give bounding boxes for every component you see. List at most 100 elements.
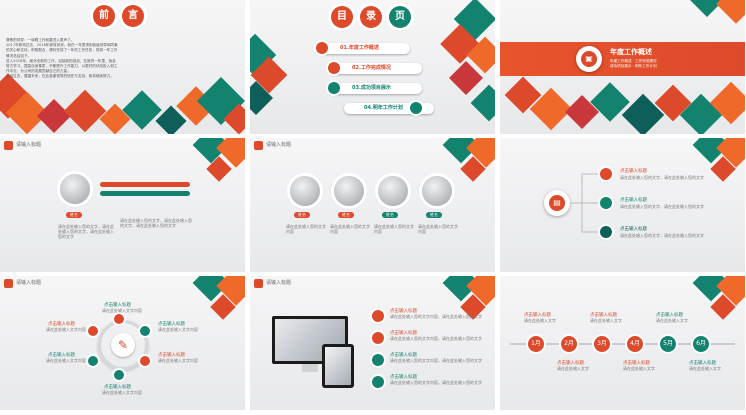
description-text: 请在此处输入您的文字内容 (286, 224, 326, 234)
slide-cycle[interactable]: 请输入标题 ✎ 点击输入标题 请在此处输入文字内容 点击输入标题 请在此处输入文… (0, 276, 245, 410)
decor-square (63, 89, 107, 133)
feature-icon (372, 376, 384, 388)
toc-item-icon (316, 42, 328, 54)
timeline-item-desc: 请在此处输入文字 (557, 366, 589, 371)
cycle-node-icon (140, 326, 150, 336)
center-icon-ring: ▤ (544, 190, 570, 216)
cycle-node-icon (114, 314, 124, 324)
person-name-label: 姓名 (338, 212, 354, 218)
search-icon (88, 326, 98, 336)
feature-item-desc: 请在此处输入您的文字内容，请在此处输入您的文字 (390, 314, 482, 319)
description-text: 请在此处输入您的文字内容 (418, 224, 458, 234)
timeline-item-desc: 请在此处输入文字 (524, 318, 556, 323)
branch-item-desc: 请在此处输入您的文字，请在此处输入您的文字 (620, 233, 704, 238)
decor-square (470, 84, 495, 122)
decor-square (37, 99, 71, 133)
title-char-badge: 前 (93, 5, 115, 27)
slide-branches[interactable]: ▤ 点击输入标题 请在此处输入您的文字，请在此处输入您的文字 点击输入标题 请在… (500, 138, 745, 272)
person-name-label: 姓名 (382, 212, 398, 218)
edit-icon: ✎ (111, 333, 135, 357)
person-avatar (334, 176, 364, 206)
branch-connectors (570, 173, 598, 233)
preface-text: 尊敬的领导：一转眼工作就要进入尾声了。 2017年即将过去，2018年即将到来。… (6, 38, 118, 80)
feature-icon (372, 354, 384, 366)
description-text: 请在此处输入您的文字内容 (330, 224, 370, 234)
slide-team[interactable]: 请输入标题 姓名 姓名 姓名 姓名 请在此处输入您的文字内容 请在此处输入您的文… (250, 138, 495, 272)
header-logo-icon (254, 141, 263, 150)
person-avatar (290, 176, 320, 206)
section-icon-ring: ▣ (576, 46, 602, 72)
feature-item-desc: 请在此处输入您的文字内容，请在此处输入您的文字 (390, 358, 482, 363)
presentation-icon: ▣ (581, 51, 597, 67)
month-marker: 6月 (693, 336, 709, 352)
toc-item[interactable]: 01.年度工作概述 (320, 43, 410, 54)
cycle-item-desc: 请在此处输入文字内容 (158, 358, 198, 363)
person-avatar (60, 174, 90, 204)
timeline-item-desc: 请在此处输入文字 (689, 366, 721, 371)
briefcase-icon (600, 168, 612, 180)
slide-timeline[interactable]: 1月 2月 3月 4月 5月 6月 点击输入标题 请在此处输入文字 点击输入标题… (500, 276, 745, 410)
preface-paragraph: 总结过去，展望未来，在此感谢领导的信任与支持，我将继续努力。 (6, 74, 114, 79)
slide-section[interactable]: ▣ 年度工作概述 年度工作概述 · 工作完成情况 成功项目展示 · 明年工作计划 (500, 0, 745, 134)
cycle-item-desc: 请在此处输入文字内容 (102, 390, 142, 395)
cycle-item-desc: 请在此处输入文字内容 (46, 358, 86, 363)
month-marker: 5月 (660, 336, 676, 352)
feature-icon (372, 310, 384, 322)
month-marker: 3月 (594, 336, 610, 352)
slide-header-title: 请输入标题 (16, 280, 42, 286)
timeline-item-desc: 请在此处输入文字 (623, 366, 655, 371)
slide-header-title: 请输入标题 (266, 280, 292, 286)
toc-item-icon (328, 62, 340, 74)
header-logo-icon (4, 141, 13, 150)
section-points: 年度工作概述 · 工作完成情况 成功项目展示 · 明年工作计划 (610, 59, 657, 68)
slide-preface[interactable]: 前 言 尊敬的领导：一转眼工作就要进入尾声了。 2017年即将过去，2018年即… (0, 0, 245, 134)
slide-contents[interactable]: 目 录 页 01.年度工作概述 02.工作完成情况 03.成功项目展示 04.明… (250, 0, 495, 134)
trophy-icon (600, 197, 612, 209)
description-text: 请在此处输入您的文字，请在此处输入您的文字，请在此处输入您的文字 (58, 224, 114, 239)
branch-item-title: 点击输入标题 (620, 227, 647, 232)
slide-header-title: 请输入标题 (16, 142, 42, 148)
title-char-badge: 目 (331, 6, 353, 28)
feature-item-desc: 请在此处输入您的文字内容，请在此处输入您的文字 (390, 380, 482, 385)
person-avatar (378, 176, 408, 206)
branch-item-desc: 请在此处输入您的文字，请在此处输入您的文字 (620, 204, 704, 209)
person-name-label: 姓名 (294, 212, 310, 218)
month-marker: 4月 (627, 336, 643, 352)
cycle-node-icon (140, 356, 150, 366)
cycle-item-desc: 请在此处输入文字内容 (158, 327, 198, 332)
slide-devices[interactable]: 请输入标题 点击输入标题 请在此处输入您的文字内容，请在此处输入您的文字 点击输… (250, 276, 495, 410)
month-marker: 2月 (561, 336, 577, 352)
clipboard-icon: ▤ (549, 195, 565, 211)
preface-paragraph: 进入2018年，面对全新的工作，迎接新的挑战，在新的一年里，我会努力学习，提高自… (6, 58, 118, 74)
monitor-stand (302, 364, 318, 372)
tablet-mockup (322, 344, 354, 388)
feature-icon (372, 332, 384, 344)
toc-item[interactable]: 03.成功项目展示 (332, 83, 422, 94)
branch-item-title: 点击输入标题 (620, 169, 647, 174)
slide-header-title: 请输入标题 (266, 142, 292, 148)
section-title: 年度工作概述 (610, 48, 652, 56)
preface-paragraph: 2017年即将过去，2018年即将到来。我在一年里得到各级领导和同事的关心和支持… (6, 43, 118, 58)
month-marker: 1月 (528, 336, 544, 352)
branch-item-desc: 请在此处输入您的文字，请在此处输入您的文字 (620, 175, 704, 180)
branch-item-title: 点击输入标题 (620, 198, 647, 203)
title-char-badge: 录 (360, 6, 382, 28)
header-logo-icon (254, 279, 263, 288)
decor-square (122, 90, 162, 130)
decor-square (716, 0, 745, 24)
person-name-label: 姓名 (426, 212, 442, 218)
description-text: 请在此处输入您的文字内容 (374, 224, 414, 234)
slide-grid: 前 言 尊敬的领导：一转眼工作就要进入尾声了。 2017年即将过去，2018年即… (0, 0, 746, 415)
description-text: 请在此处输入您的文字，请在此处输入您的文字，请在此处输入您的文字 (120, 218, 192, 228)
cycle-node-icon (114, 370, 124, 380)
slide-profile[interactable]: 请输入标题 姓名 请在此处输入您的文字，请在此处输入您的文字，请在此处输入您的文… (0, 138, 245, 272)
toc-item-icon (410, 102, 422, 114)
progress-bar (100, 191, 190, 196)
home-icon (600, 226, 612, 238)
toc-item[interactable]: 02.工作完成情况 (332, 63, 422, 74)
tablet-screen (325, 347, 351, 385)
person-name-label: 姓名 (66, 212, 82, 218)
header-logo-icon (4, 279, 13, 288)
title-char-badge: 页 (389, 6, 411, 28)
progress-bar (100, 182, 190, 187)
